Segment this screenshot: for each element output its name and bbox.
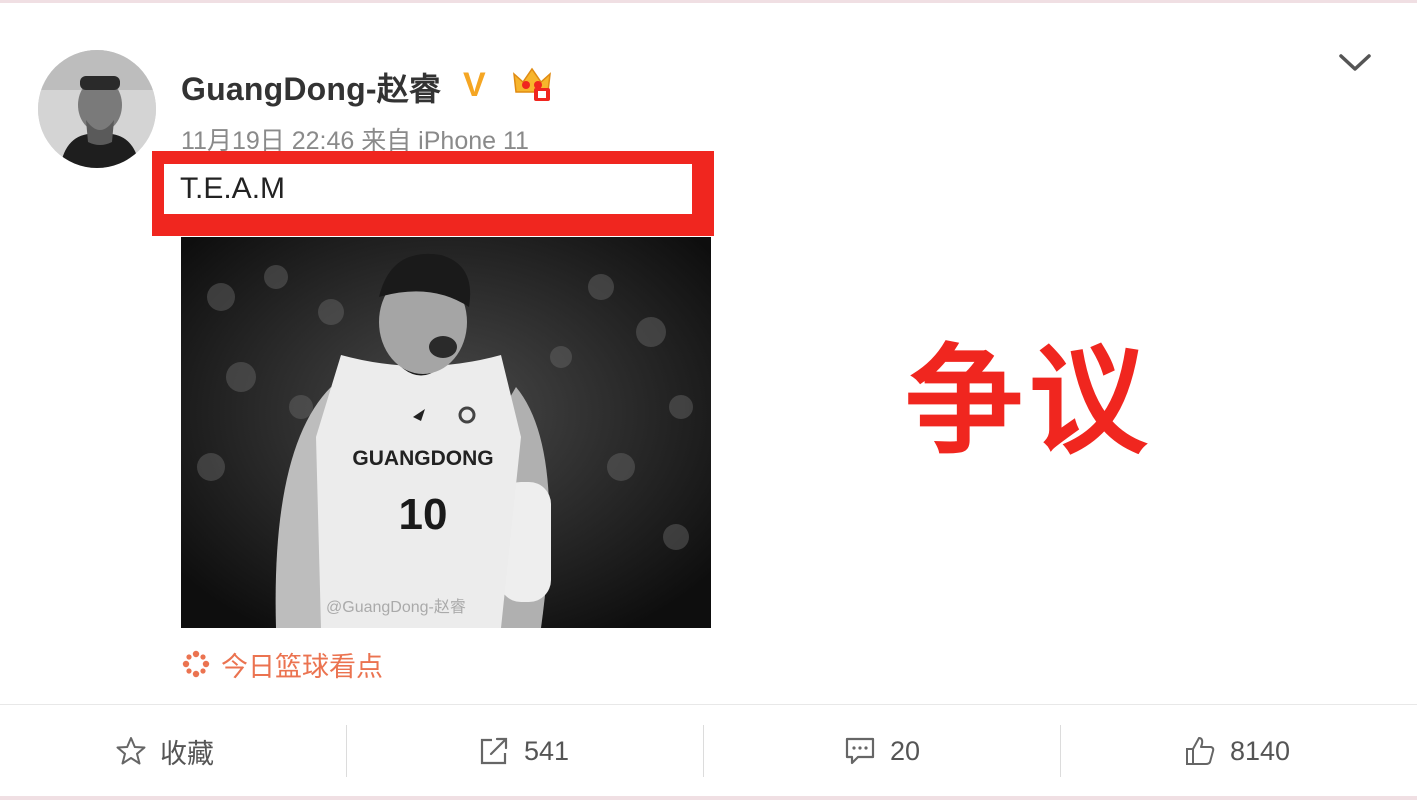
favorite-button[interactable]: 收藏 xyxy=(116,705,214,797)
topic-label: 今日篮球看点 xyxy=(221,651,383,682)
action-bar: 收藏 541 20 8140 xyxy=(0,704,1417,797)
chevron-down-icon[interactable] xyxy=(1337,52,1373,74)
repost-icon xyxy=(480,737,508,765)
comment-count: 20 xyxy=(890,735,921,766)
action-divider xyxy=(703,725,704,777)
thumbs-up-icon xyxy=(1186,737,1215,765)
overlay-label: 争议 xyxy=(905,336,1154,468)
bottom-border xyxy=(0,796,1417,800)
action-divider xyxy=(346,725,347,777)
star-icon xyxy=(116,737,146,765)
jersey-number: 10 xyxy=(399,490,448,539)
crown-icon xyxy=(512,66,552,102)
action-divider xyxy=(1060,725,1061,777)
avatar-image xyxy=(38,50,156,168)
comment-button[interactable]: 20 xyxy=(844,705,920,797)
post-photo[interactable]: GUANGDONG 10 @GuangDong-赵睿 xyxy=(181,237,711,628)
repost-count: 541 xyxy=(524,735,570,766)
like-count: 8140 xyxy=(1230,735,1291,766)
comment-icon xyxy=(845,737,875,765)
post-text: T.E.A.M xyxy=(180,172,286,205)
avatar[interactable] xyxy=(38,50,156,168)
topic-icon xyxy=(182,650,210,678)
favorite-label: 收藏 xyxy=(160,738,214,769)
jersey-team: GUANGDONG xyxy=(352,447,493,470)
photo-watermark: @GuangDong-赵睿 xyxy=(326,598,466,616)
verified-icon: V xyxy=(463,66,486,104)
like-button[interactable]: 8140 xyxy=(1184,705,1290,797)
username[interactable]: GuangDong-赵睿 xyxy=(181,64,441,110)
repost-button[interactable]: 541 xyxy=(478,705,569,797)
top-border xyxy=(0,0,1417,3)
topic-link[interactable]: 今日篮球看点 xyxy=(181,648,383,682)
player-photo: GUANGDONG 10 @GuangDong-赵睿 xyxy=(181,237,711,628)
